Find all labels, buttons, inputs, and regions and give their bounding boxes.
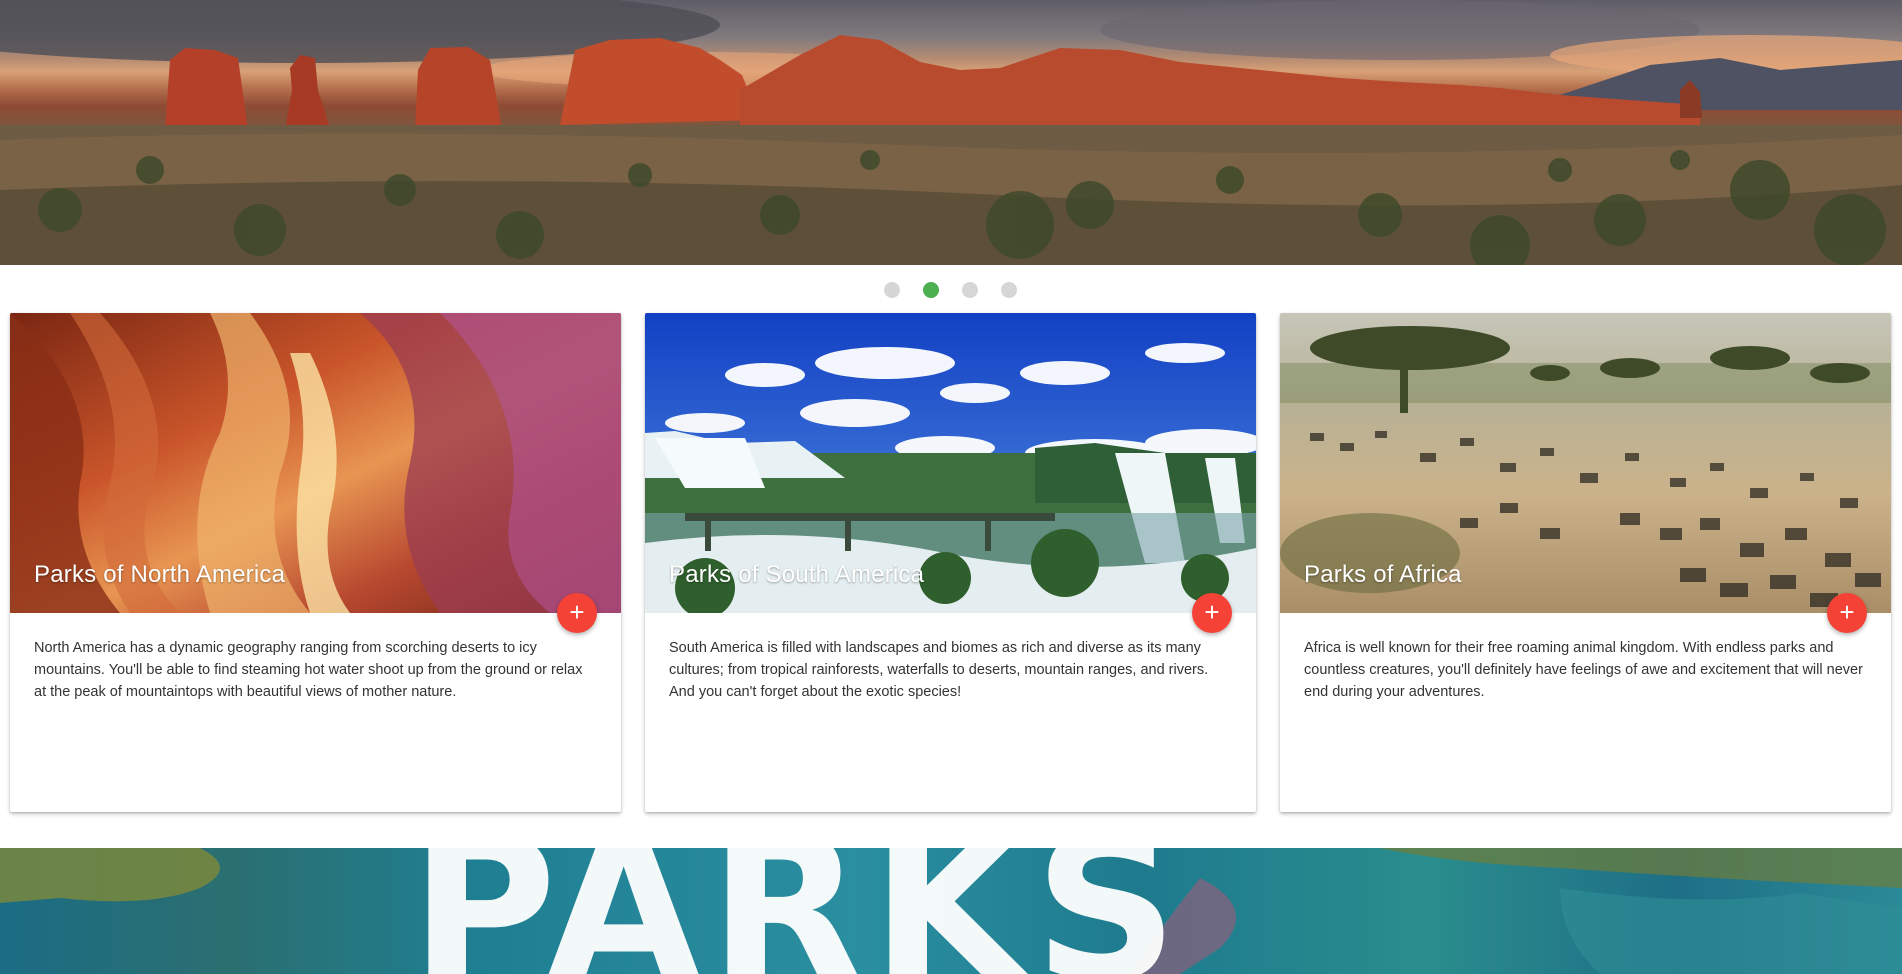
card-image: Parks of South America xyxy=(645,313,1256,613)
card-title: Parks of Africa xyxy=(1304,561,1462,588)
hero-image xyxy=(0,0,1902,265)
card-image: Parks of North America xyxy=(10,313,621,613)
add-button[interactable]: + xyxy=(557,593,597,633)
card-south-america: Parks of South America + South America i… xyxy=(645,313,1256,812)
slide-dot-2[interactable] xyxy=(923,282,939,298)
card-north-america: Parks of North America + North America h… xyxy=(10,313,621,812)
card-description: South America is filled with landscapes … xyxy=(669,640,1209,700)
hero-slider xyxy=(0,0,1902,265)
parks-banner-word: PARKS xyxy=(410,848,1187,974)
slide-dot-4[interactable] xyxy=(1001,282,1017,298)
card-africa: Parks of Africa + Africa is well known f… xyxy=(1280,313,1891,812)
slider-pagination xyxy=(0,282,1902,298)
slide-dot-3[interactable] xyxy=(962,282,978,298)
add-button[interactable]: + xyxy=(1827,593,1867,633)
card-description: Africa is well known for their free roam… xyxy=(1304,640,1863,700)
card-image: Parks of Africa xyxy=(1280,313,1891,613)
card-description: North America has a dynamic geography ra… xyxy=(34,640,583,700)
add-button[interactable]: + xyxy=(1192,593,1232,633)
slide-dot-1[interactable] xyxy=(884,282,900,298)
card-title: Parks of South America xyxy=(669,561,925,588)
card-title: Parks of North America xyxy=(34,561,286,588)
parks-banner: PARKS xyxy=(0,848,1902,974)
